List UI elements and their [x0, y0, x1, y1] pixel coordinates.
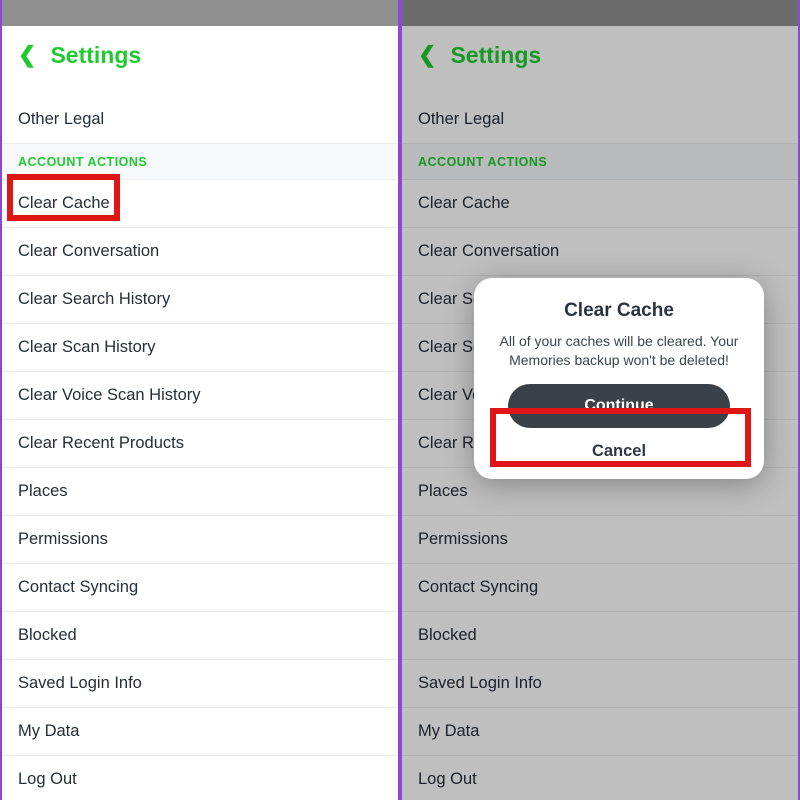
highlight-clear-cache — [7, 174, 120, 221]
back-icon[interactable]: ❮ — [18, 42, 36, 68]
dialog-title: Clear Cache — [494, 300, 744, 322]
left-screenshot: ❮ Settings Other Legal ACCOUNT ACTIONS C… — [0, 0, 400, 800]
list-item-clear-recent-products[interactable]: Clear Recent Products — [2, 420, 398, 468]
list-item-clear-conversation[interactable]: Clear Conversation — [2, 228, 398, 276]
list-item-contact-syncing[interactable]: Contact Syncing — [2, 564, 398, 612]
list-item-permissions[interactable]: Permissions — [2, 516, 398, 564]
list-item-places[interactable]: Places — [2, 468, 398, 516]
list-item-clear-voice-scan-history[interactable]: Clear Voice Scan History — [2, 372, 398, 420]
list-item-blocked[interactable]: Blocked — [2, 612, 398, 660]
highlight-continue — [490, 408, 751, 467]
right-screenshot: ❮ Settings Other Legal ACCOUNT ACTIONS C… — [400, 0, 800, 800]
list-item-clear-search-history[interactable]: Clear Search History — [2, 276, 398, 324]
list-item-other-legal[interactable]: Other Legal — [2, 96, 398, 144]
list-item-clear-scan-history[interactable]: Clear Scan History — [2, 324, 398, 372]
status-bar-left — [2, 0, 398, 26]
settings-header-left: ❮ Settings — [2, 26, 398, 84]
list-item-log-out[interactable]: Log Out — [2, 756, 398, 800]
list-item-my-data[interactable]: My Data — [2, 708, 398, 756]
dialog-body: All of your caches will be cleared. Your… — [494, 332, 744, 370]
list-item-saved-login-info[interactable]: Saved Login Info — [2, 660, 398, 708]
settings-title: Settings — [50, 42, 141, 69]
